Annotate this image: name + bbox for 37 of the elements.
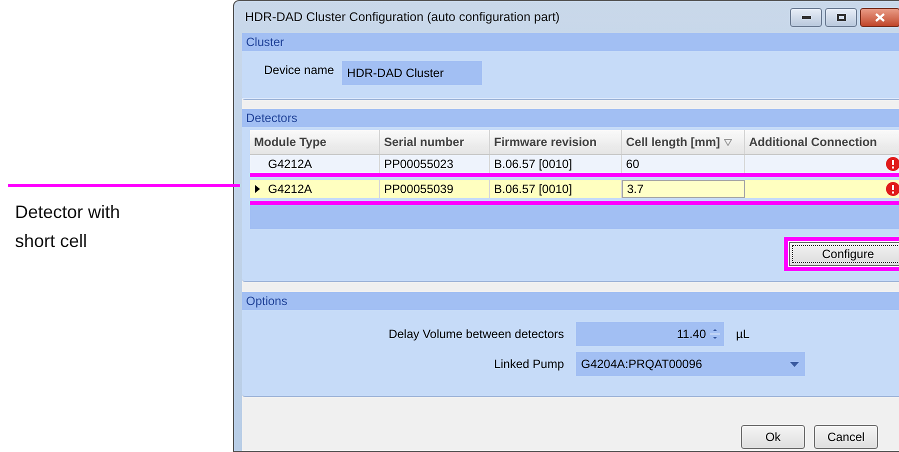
section-header: Cluster	[242, 33, 899, 51]
dropdown-arrow-icon	[790, 362, 799, 366]
close-button[interactable]	[860, 8, 899, 26]
minimize-button[interactable]	[790, 8, 822, 26]
window-title: HDR-DAD Cluster Configuration (auto configuration part)	[245, 8, 560, 26]
table-cell-text: 3.7	[627, 181, 644, 198]
sort-icon	[724, 138, 732, 146]
column-header[interactable]: Additional Connection	[749, 133, 877, 151]
section-header: Options	[242, 292, 899, 310]
row-pointer-icon	[254, 185, 260, 193]
field-label: Linked Pump	[494, 356, 564, 373]
delay-volume-spinbox[interactable]: 11.40	[576, 322, 724, 346]
table-cell-text: B.06.57 [0010]	[494, 156, 572, 173]
column-header[interactable]: Module Type	[254, 133, 326, 151]
column-header[interactable]: Firmware revision	[494, 133, 597, 151]
table-cell-text: PP00055039	[384, 181, 454, 198]
table-cell-text: G4212A	[268, 181, 312, 198]
dialog-button[interactable]: Cancel	[814, 425, 878, 449]
field-label: Device name	[264, 62, 334, 78]
unit-label: µL	[736, 326, 751, 343]
maximize-button[interactable]	[825, 8, 857, 26]
table-cell-text: 60	[626, 156, 640, 173]
column-header[interactable]: Serial number	[384, 133, 464, 151]
section-header: Detectors	[242, 109, 899, 127]
configure-button[interactable]: Configure	[789, 242, 899, 266]
close-icon	[875, 12, 885, 22]
table-cell-text: G4212A	[268, 156, 312, 173]
error-icon	[886, 157, 899, 171]
table-cell-text: B.06.57 [0010]	[494, 181, 572, 198]
device-name-field[interactable]: HDR-DAD Cluster	[342, 60, 482, 84]
callout-text: Detector with short cell	[15, 201, 122, 253]
error-icon	[886, 182, 899, 196]
column-header[interactable]: Cell length [mm]	[626, 133, 720, 151]
field-label: Delay Volume between detectors	[388, 326, 564, 343]
dialog-button[interactable]: Ok	[741, 425, 805, 449]
linked-pump-dropdown[interactable]: G4204A:PRQAT00096	[576, 352, 805, 376]
table-cell-text: PP00055023	[384, 156, 454, 173]
